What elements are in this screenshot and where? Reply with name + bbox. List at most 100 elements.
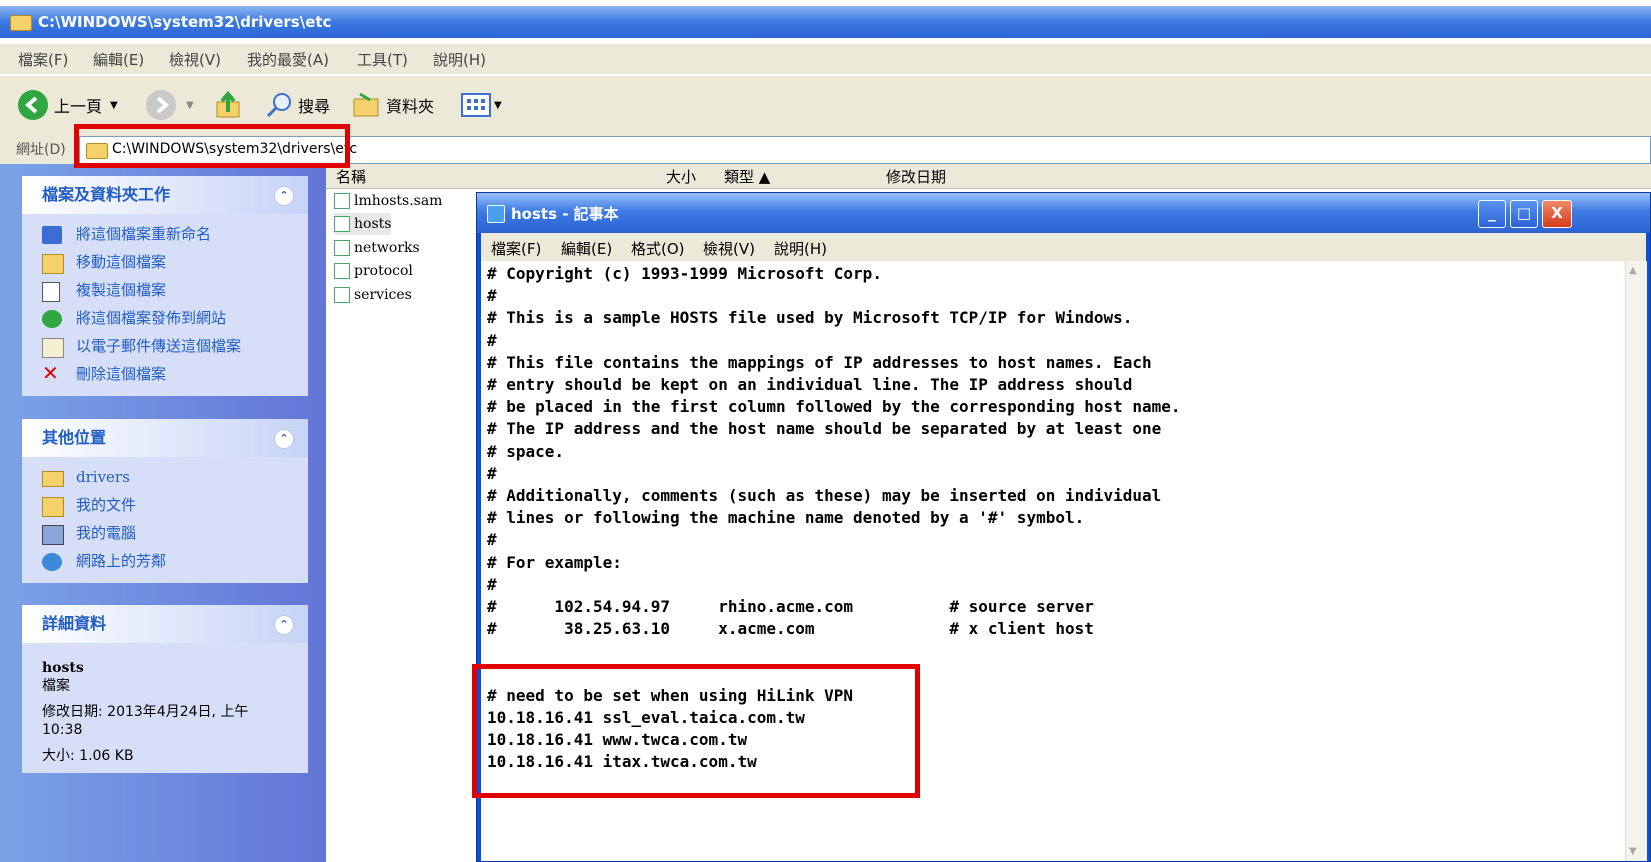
- collapse-chevron-icon[interactable]: ⌃: [274, 615, 294, 635]
- file-name: lmhosts.sam: [354, 193, 443, 209]
- close-button[interactable]: X: [1542, 200, 1572, 228]
- detail-type: 檔案: [42, 678, 70, 694]
- other-places-panel: 其他位置 ⌃ drivers 我的文件 我的電腦 網路上的芳鄰: [22, 419, 308, 583]
- place-my-computer[interactable]: 我的電腦: [22, 519, 308, 547]
- details-panel: 詳細資料 ⌃ hosts 檔案 修改日期: 2013年4月24日, 上午 10:…: [22, 605, 308, 773]
- views-icon: [461, 93, 491, 117]
- address-label: 網址(D): [16, 142, 66, 158]
- notepad-title: hosts - 記事本: [511, 205, 619, 223]
- collapse-chevron-icon[interactable]: ⌃: [274, 429, 294, 449]
- place-drivers[interactable]: drivers: [22, 463, 308, 491]
- forward-button[interactable]: ▼: [146, 89, 194, 121]
- scroll-down-icon[interactable]: ▼: [1629, 846, 1637, 857]
- file-icon: [334, 287, 350, 303]
- explorer-menubar: 檔案(F) 編輯(E) 檢視(V) 我的最愛(A) 工具(T) 說明(H): [0, 44, 1651, 74]
- file-name: hosts: [354, 216, 392, 232]
- np-menu-file[interactable]: 檔案(F): [491, 238, 541, 259]
- task-label: 複製這個檔案: [76, 281, 167, 299]
- task-copy[interactable]: 複製這個檔案: [22, 276, 308, 304]
- copy-icon: [42, 282, 60, 302]
- task-label: 將這個檔案發佈到網站: [76, 309, 227, 327]
- forward-arrow-icon: [146, 90, 176, 120]
- task-label: 將這個檔案重新命名: [76, 225, 212, 243]
- file-name: services: [354, 287, 412, 303]
- delete-icon: ✕: [42, 361, 59, 385]
- file-tasks-header[interactable]: 檔案及資料夾工作 ⌃: [22, 176, 308, 214]
- column-modified[interactable]: 修改日期: [886, 166, 946, 187]
- folders-icon: [353, 92, 379, 117]
- dropdown-arrow-icon: ▼: [186, 99, 194, 111]
- menu-edit[interactable]: 編輯(E): [93, 49, 144, 70]
- detail-modified-time: 10:38: [42, 722, 83, 738]
- file-item[interactable]: networks: [334, 237, 420, 259]
- place-label: drivers: [76, 468, 130, 486]
- detail-size: 大小: 1.06 KB: [42, 748, 134, 764]
- file-item-selected[interactable]: hosts: [334, 213, 392, 235]
- details-header[interactable]: 詳細資料 ⌃: [22, 605, 308, 643]
- vertical-scrollbar[interactable]: ▲ ▼: [1625, 261, 1647, 861]
- rename-icon: [42, 226, 62, 244]
- place-label: 網路上的芳鄰: [76, 552, 167, 570]
- dropdown-arrow-icon: ▼: [494, 99, 502, 111]
- menu-view[interactable]: 檢視(V): [169, 49, 221, 70]
- place-network[interactable]: 網路上的芳鄰: [22, 547, 308, 575]
- maximize-button[interactable]: □: [1510, 200, 1538, 228]
- back-label: 上一頁: [54, 97, 103, 116]
- place-my-documents[interactable]: 我的文件: [22, 491, 308, 519]
- column-type[interactable]: 類型 ▲: [724, 166, 770, 187]
- file-icon: [334, 193, 350, 209]
- my-computer-icon: [42, 525, 64, 545]
- file-item[interactable]: lmhosts.sam: [334, 190, 442, 212]
- notepad-icon: [487, 205, 505, 223]
- file-tasks-panel: 檔案及資料夾工作 ⌃ 將這個檔案重新命名 移動這個檔案 複製這個檔案 將這個檔案…: [22, 176, 308, 396]
- other-places-header[interactable]: 其他位置 ⌃: [22, 419, 308, 457]
- task-delete[interactable]: ✕ 刪除這個檔案: [22, 360, 308, 388]
- up-folder-button[interactable]: [214, 89, 244, 121]
- menu-favorites[interactable]: 我的最愛(A): [247, 49, 329, 70]
- file-icon: [334, 216, 350, 232]
- menu-help[interactable]: 說明(H): [433, 49, 486, 70]
- up-folder-icon: [216, 90, 240, 118]
- task-label: 以電子郵件傳送這個檔案: [76, 337, 242, 355]
- menu-file[interactable]: 檔案(F): [18, 49, 68, 70]
- scroll-up-icon[interactable]: ▲: [1629, 265, 1637, 276]
- search-button[interactable]: 搜尋: [264, 89, 330, 121]
- file-icon: [334, 240, 350, 256]
- np-menu-view[interactable]: 檢視(V): [703, 238, 755, 259]
- other-places-title: 其他位置: [42, 428, 107, 447]
- notepad-title-bar[interactable]: hosts - 記事本 _ □ X: [477, 193, 1650, 233]
- explorer-title-bar[interactable]: C:\WINDOWS\system32\drivers\etc: [0, 6, 1651, 38]
- folder-icon: [42, 471, 64, 487]
- move-icon: [42, 254, 64, 274]
- folders-label: 資料夾: [386, 97, 435, 116]
- folders-button[interactable]: 資料夾: [350, 89, 434, 121]
- publish-web-icon: [42, 310, 62, 328]
- minimize-button[interactable]: _: [1478, 200, 1506, 228]
- file-name: networks: [354, 240, 420, 256]
- detail-modified: 修改日期: 2013年4月24日, 上午: [42, 704, 249, 720]
- views-button[interactable]: ▼: [460, 89, 502, 121]
- task-publish-web[interactable]: 將這個檔案發佈到網站: [22, 304, 308, 332]
- np-menu-edit[interactable]: 編輯(E): [561, 238, 612, 259]
- np-menu-format[interactable]: 格式(O): [631, 238, 685, 259]
- file-icon: [334, 263, 350, 279]
- file-item[interactable]: protocol: [334, 260, 413, 282]
- place-label: 我的電腦: [76, 524, 137, 542]
- column-name[interactable]: 名稱: [336, 166, 366, 187]
- back-arrow-icon: [18, 90, 48, 120]
- task-rename[interactable]: 將這個檔案重新命名: [22, 220, 308, 248]
- vpn-entries-highlight-box: [472, 664, 920, 798]
- file-item[interactable]: services: [334, 284, 412, 306]
- task-email[interactable]: 以電子郵件傳送這個檔案: [22, 332, 308, 360]
- back-button[interactable]: 上一頁 ▼: [18, 89, 118, 121]
- file-tasks-title: 檔案及資料夾工作: [42, 185, 171, 204]
- dropdown-arrow-icon[interactable]: ▼: [110, 100, 118, 111]
- collapse-chevron-icon[interactable]: ⌃: [274, 186, 294, 206]
- file-list-header: 名稱 大小 類型 ▲ 修改日期: [326, 164, 1651, 189]
- my-documents-icon: [42, 497, 64, 517]
- column-size[interactable]: 大小: [666, 166, 696, 187]
- task-move[interactable]: 移動這個檔案: [22, 248, 308, 276]
- folder-icon: [10, 15, 32, 31]
- menu-tools[interactable]: 工具(T): [357, 49, 408, 70]
- np-menu-help[interactable]: 說明(H): [774, 238, 827, 259]
